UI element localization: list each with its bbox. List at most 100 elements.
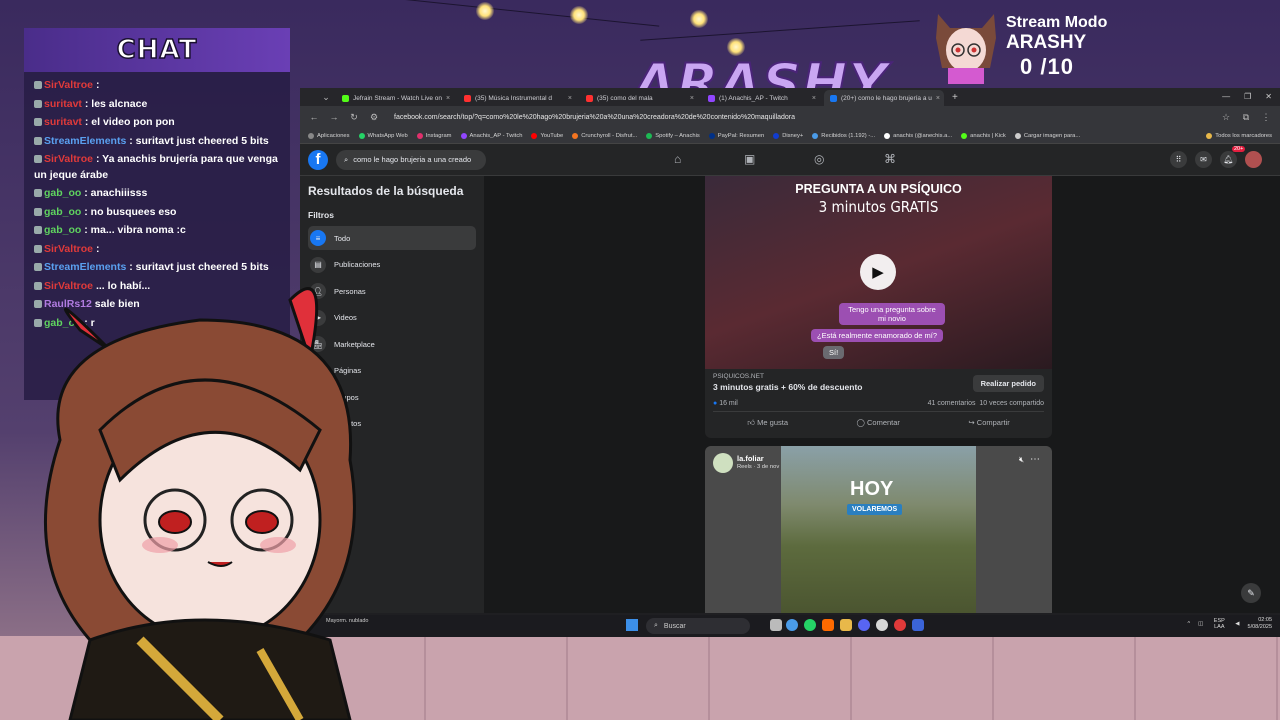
browser-tab[interactable]: (1) Anachis_AP - Twitch ×: [702, 90, 822, 106]
bookmark-item[interactable]: PayPal: Resumen: [708, 132, 764, 139]
bookmark-item[interactable]: Recibidos (1.192) -...: [812, 132, 875, 139]
shares-count[interactable]: 10 veces compartido: [979, 400, 1044, 407]
windows-start-icon[interactable]: [626, 619, 638, 631]
gaming-icon[interactable]: ⌘: [884, 152, 896, 166]
reel-video[interactable]: [781, 446, 976, 613]
likes-value: 16 mil: [719, 400, 738, 407]
chat-username: suritavt: [44, 97, 82, 110]
bookmark-item[interactable]: Instagram: [416, 132, 452, 139]
forward-icon[interactable]: →: [328, 112, 340, 122]
browser-tab[interactable]: (20+) como le hago brujería a u ×: [824, 90, 944, 106]
menu-grid-icon[interactable]: ⠿: [1170, 151, 1187, 168]
bookmark-item[interactable]: Aplicaciones: [308, 132, 350, 139]
chevron-up-icon[interactable]: ^: [1188, 621, 1191, 627]
filters-label: Filtros: [308, 210, 334, 220]
taskbar-search[interactable]: ⌕ Buscar: [646, 618, 750, 634]
sponsored-post: PREGUNTA A UN PSÍQUICO 3 minutos GRATIS …: [705, 176, 1052, 438]
bookmark-item[interactable]: WhatsApp Web: [358, 132, 408, 139]
tab-close-icon[interactable]: ×: [812, 95, 816, 102]
maximize-icon[interactable]: ❐: [1244, 92, 1251, 101]
ad-video[interactable]: PREGUNTA A UN PSÍQUICO 3 minutos GRATIS …: [705, 176, 1052, 369]
bookmark-item[interactable]: Cargar imagen para...: [1014, 132, 1080, 139]
reel-avatar[interactable]: [713, 453, 733, 473]
bookmark-favicon-icon: [961, 132, 968, 139]
home-icon[interactable]: ⌂: [674, 152, 681, 166]
bookmark-item[interactable]: Crunchyroll - Disfrut...: [572, 132, 638, 139]
clock[interactable]: 02:05 5/08/2025: [1248, 617, 1272, 631]
language-indicator[interactable]: ESP LAA: [1211, 618, 1227, 630]
new-tab-icon[interactable]: +: [952, 92, 958, 103]
app-icon[interactable]: [894, 619, 906, 631]
notifications-icon[interactable]: 🔔︎: [1220, 151, 1237, 168]
clock-date: 5/08/2025: [1247, 624, 1272, 630]
chat-message: suritavt : el video pon pon: [34, 115, 280, 131]
tab-favicon-icon: [464, 94, 471, 102]
messenger-icon[interactable]: ✉: [1195, 151, 1212, 168]
bookmark-item[interactable]: Spotify – Anachis: [646, 132, 700, 139]
task-view-icon[interactable]: [770, 619, 782, 631]
marketplace-icon[interactable]: ◎: [814, 152, 824, 166]
reel-user[interactable]: la.foliar: [737, 454, 764, 463]
profile-avatar[interactable]: [1245, 151, 1262, 168]
chat-message: SirValtroe : Ya anachis brujería para qu…: [34, 152, 280, 183]
tab-close-icon[interactable]: ×: [446, 95, 450, 102]
bookmark-label: Crunchyroll - Disfrut...: [581, 132, 638, 139]
bookmark-item[interactable]: Todos los marcadores: [1206, 132, 1272, 139]
browser-tab[interactable]: (35) como del mala ×: [580, 90, 700, 106]
reel-overlay-text: HOY: [850, 478, 894, 500]
discord-icon[interactable]: [858, 619, 870, 631]
mute-icon[interactable]: 🔇︎: [1019, 455, 1024, 465]
browser-tab[interactable]: Jefrain Stream - Watch Live on ×: [336, 90, 456, 106]
like-button[interactable]: 👍︎ Me gusta: [747, 418, 788, 428]
ad-cta-button[interactable]: Realizar pedido: [972, 375, 1044, 392]
tab-close-icon[interactable]: ×: [568, 95, 572, 102]
menu-icon[interactable]: ⋮: [1260, 112, 1272, 123]
browser-tab[interactable]: (35) Música Instrumental d ×: [458, 90, 578, 106]
tab-close-icon[interactable]: ×: [936, 95, 940, 102]
reel-post[interactable]: la.foliar Reels · 3 de nov HOY VOLAREMOS…: [705, 446, 1052, 613]
reload-icon[interactable]: ↻: [348, 112, 360, 123]
volume-icon[interactable]: ◀: [1235, 621, 1239, 627]
chat-text: : ma... vibra noma :c: [84, 224, 186, 236]
url-field[interactable]: facebook.com/search/top/?q=como%20le%20h…: [388, 110, 1212, 125]
bookmark-item[interactable]: anachis (@anechis.a...: [884, 132, 952, 139]
facebook-search-input[interactable]: ⌕ como le hago brujeria a una creado: [336, 149, 486, 170]
app-icon[interactable]: [912, 619, 924, 631]
new-message-icon[interactable]: ✎: [1241, 583, 1261, 603]
file-explorer-icon[interactable]: [840, 619, 852, 631]
chat-message: StreamElements : suritavt just cheered 5…: [34, 134, 280, 150]
comment-button[interactable]: ◯ Comentar: [857, 418, 900, 428]
tab-search-icon[interactable]: ⌄: [320, 92, 332, 103]
bookmark-favicon-icon: [884, 132, 891, 139]
site-info-icon[interactable]: ⚙: [368, 112, 380, 123]
minimize-icon[interactable]: —: [1222, 92, 1230, 101]
whatsapp-icon[interactable]: [804, 619, 816, 631]
facebook-logo-icon[interactable]: f: [308, 149, 328, 170]
bookmark-star-icon[interactable]: ☆: [1220, 112, 1232, 123]
engagement-counts: 41 comentarios 10 veces compartido: [928, 400, 1044, 407]
network-icon[interactable]: ◫: [1198, 621, 1203, 627]
bookmark-item[interactable]: Disney+: [773, 132, 803, 139]
comments-count[interactable]: 41 comentarios: [928, 400, 976, 407]
share-button[interactable]: ↪ Compartir: [968, 418, 1009, 428]
notification-badge: 20+: [1232, 146, 1246, 152]
more-options-icon[interactable]: ⋯: [1030, 454, 1040, 465]
search-icon: ⌕: [654, 622, 658, 629]
bookmark-item[interactable]: Anachis_AP - Twitch: [460, 132, 522, 139]
obs-icon[interactable]: [876, 619, 888, 631]
illustrator-icon[interactable]: [822, 619, 834, 631]
chat-title: CHAT: [116, 34, 198, 66]
tab-close-icon[interactable]: ×: [690, 95, 694, 102]
likes-count[interactable]: ● 16 mil: [713, 400, 738, 407]
video-icon[interactable]: ▣: [744, 152, 755, 166]
thumbs-up-icon: 👍︎: [747, 418, 756, 427]
play-icon[interactable]: ▶: [860, 254, 896, 290]
chrome-icon[interactable]: [786, 619, 798, 631]
back-icon[interactable]: ←: [308, 112, 320, 122]
extensions-icon[interactable]: ⧉: [1240, 112, 1252, 123]
bookmark-favicon-icon: [572, 132, 579, 139]
chat-text: : suritavt just cheered 5 bits: [129, 134, 269, 147]
close-icon[interactable]: ✕: [1265, 92, 1272, 101]
bookmark-item[interactable]: anachis | Kick: [961, 132, 1006, 139]
bookmark-item[interactable]: YouTube: [531, 132, 563, 139]
